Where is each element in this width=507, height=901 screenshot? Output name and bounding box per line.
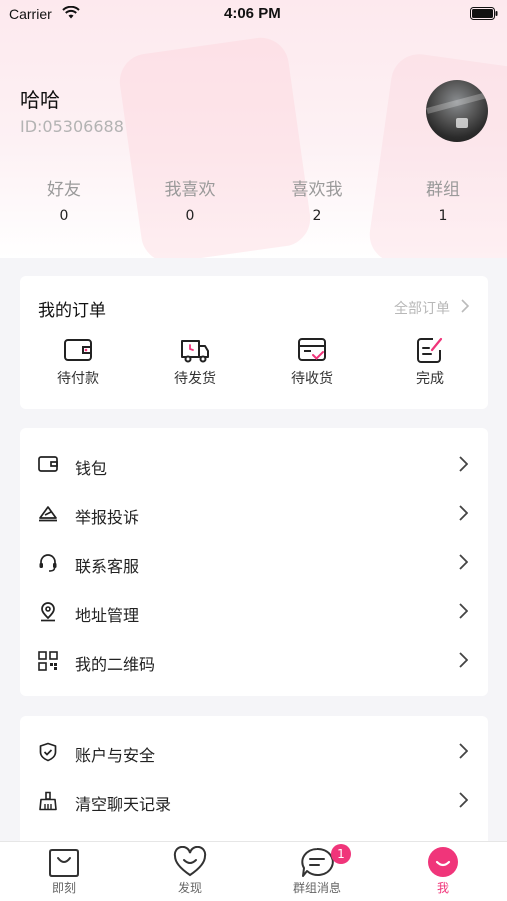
order-pending-payment[interactable]: 待付款 — [28, 336, 128, 388]
menu-item-qr-code[interactable]: 我的二维码 — [20, 637, 488, 686]
menu-item-address[interactable]: 地址管理 — [20, 588, 488, 637]
carrier-label: Carrier — [9, 6, 52, 22]
tab-label: 即刻 — [51, 881, 76, 895]
stat-label: 群组 — [426, 180, 460, 200]
order-label: 待收货 — [291, 371, 333, 387]
stat-label: 我喜欢 — [164, 180, 216, 200]
qr-code-icon — [38, 651, 58, 675]
profile-id: ID:05306688 — [20, 117, 124, 136]
battery-icon — [470, 7, 498, 24]
menu-label: 清空聊天记录 — [75, 795, 172, 814]
avatar[interactable] — [426, 80, 488, 142]
tab-group-messages[interactable]: 群组消息 — [267, 846, 367, 896]
all-orders-link[interactable]: 全部订单 — [394, 298, 450, 318]
menu-label: 账户与安全 — [75, 746, 156, 765]
menu-secondary: 账户与安全 清空聊天记录 — [20, 716, 488, 846]
chevron-right-icon — [458, 603, 469, 623]
menu-primary: 钱包 举报投诉 联系客服 地址管理 我的二维码 — [20, 428, 488, 696]
location-pin-icon — [38, 602, 58, 626]
delivery-truck-icon — [181, 340, 209, 363]
chevron-right-icon — [458, 554, 469, 574]
stat-i-like[interactable]: 我喜欢 0 — [140, 175, 240, 224]
wifi-icon — [62, 5, 80, 23]
menu-label: 联系客服 — [75, 557, 140, 576]
order-pending-shipment[interactable]: 待发货 — [145, 336, 245, 388]
orders-title: 我的订单 — [38, 301, 106, 321]
order-label: 待付款 — [57, 371, 99, 387]
menu-item-wallet[interactable]: 钱包 — [20, 441, 488, 490]
menu-label: 钱包 — [75, 459, 108, 478]
stat-value: 0 — [185, 208, 195, 224]
stat-value: 2 — [312, 208, 322, 224]
order-label: 完成 — [416, 371, 444, 387]
menu-item-clear-chat[interactable]: 清空聊天记录 — [20, 777, 488, 826]
tab-me[interactable]: 我 — [393, 846, 493, 896]
stat-likes-me[interactable]: 喜欢我 2 — [267, 175, 367, 224]
chevron-right-icon — [458, 743, 469, 763]
tab-bar: 即刻 发现 群组消息 我 — [0, 841, 507, 901]
shield-check-icon — [38, 742, 58, 766]
order-pending-receipt[interactable]: 待收货 — [262, 336, 362, 388]
clock-time: 4:06 PM — [224, 5, 281, 22]
menu-label: 举报投诉 — [75, 508, 140, 527]
stat-groups[interactable]: 群组 1 — [393, 175, 493, 224]
tab-label: 我 — [436, 881, 449, 895]
avatar-decor — [426, 92, 488, 114]
profile-stats: 好友 0 我喜欢 0 喜欢我 2 群组 1 — [0, 175, 507, 235]
stat-friends[interactable]: 好友 0 — [14, 175, 114, 224]
menu-label: 我的二维码 — [75, 655, 156, 674]
receive-box-icon — [298, 338, 326, 361]
menu-item-report[interactable]: 举报投诉 — [20, 490, 488, 539]
broom-icon — [38, 791, 58, 815]
chevron-right-icon[interactable] — [460, 298, 470, 317]
report-icon — [38, 504, 58, 526]
menu-item-account-security[interactable]: 账户与安全 — [20, 728, 488, 777]
status-bar: Carrier 4:06 PM — [0, 0, 507, 28]
heart-icon — [173, 846, 207, 877]
menu-label: 地址管理 — [75, 606, 140, 625]
tab-jike[interactable]: 即刻 — [14, 846, 114, 896]
edit-done-icon — [417, 337, 443, 363]
chevron-right-icon — [458, 505, 469, 525]
tab-label: 发现 — [177, 881, 202, 895]
chat-bubble-icon — [301, 847, 334, 877]
avatar-decor — [456, 118, 468, 128]
tab-discover[interactable]: 发现 — [140, 846, 240, 896]
stat-value: 1 — [438, 208, 448, 224]
profile-name: 哈哈 — [20, 88, 60, 112]
stat-label: 喜欢我 — [291, 180, 343, 200]
order-completed[interactable]: 完成 — [380, 336, 480, 388]
headset-icon — [38, 553, 58, 577]
chevron-right-icon — [458, 792, 469, 812]
stat-label: 好友 — [47, 180, 81, 200]
smile-face-icon — [428, 847, 458, 877]
tab-label: 群组消息 — [292, 881, 341, 895]
unread-badge: 1 — [331, 844, 351, 864]
stat-value: 0 — [59, 208, 69, 224]
wallet-icon — [38, 455, 58, 477]
menu-item-customer-service[interactable]: 联系客服 — [20, 539, 488, 588]
order-label: 待发货 — [174, 371, 216, 387]
chevron-right-icon — [458, 652, 469, 672]
wallet-icon — [64, 339, 92, 361]
bag-icon — [49, 849, 79, 877]
chevron-right-icon — [458, 456, 469, 476]
orders-card: 我的订单 全部订单 待付款 待发货 待收货 完成 — [20, 276, 488, 409]
